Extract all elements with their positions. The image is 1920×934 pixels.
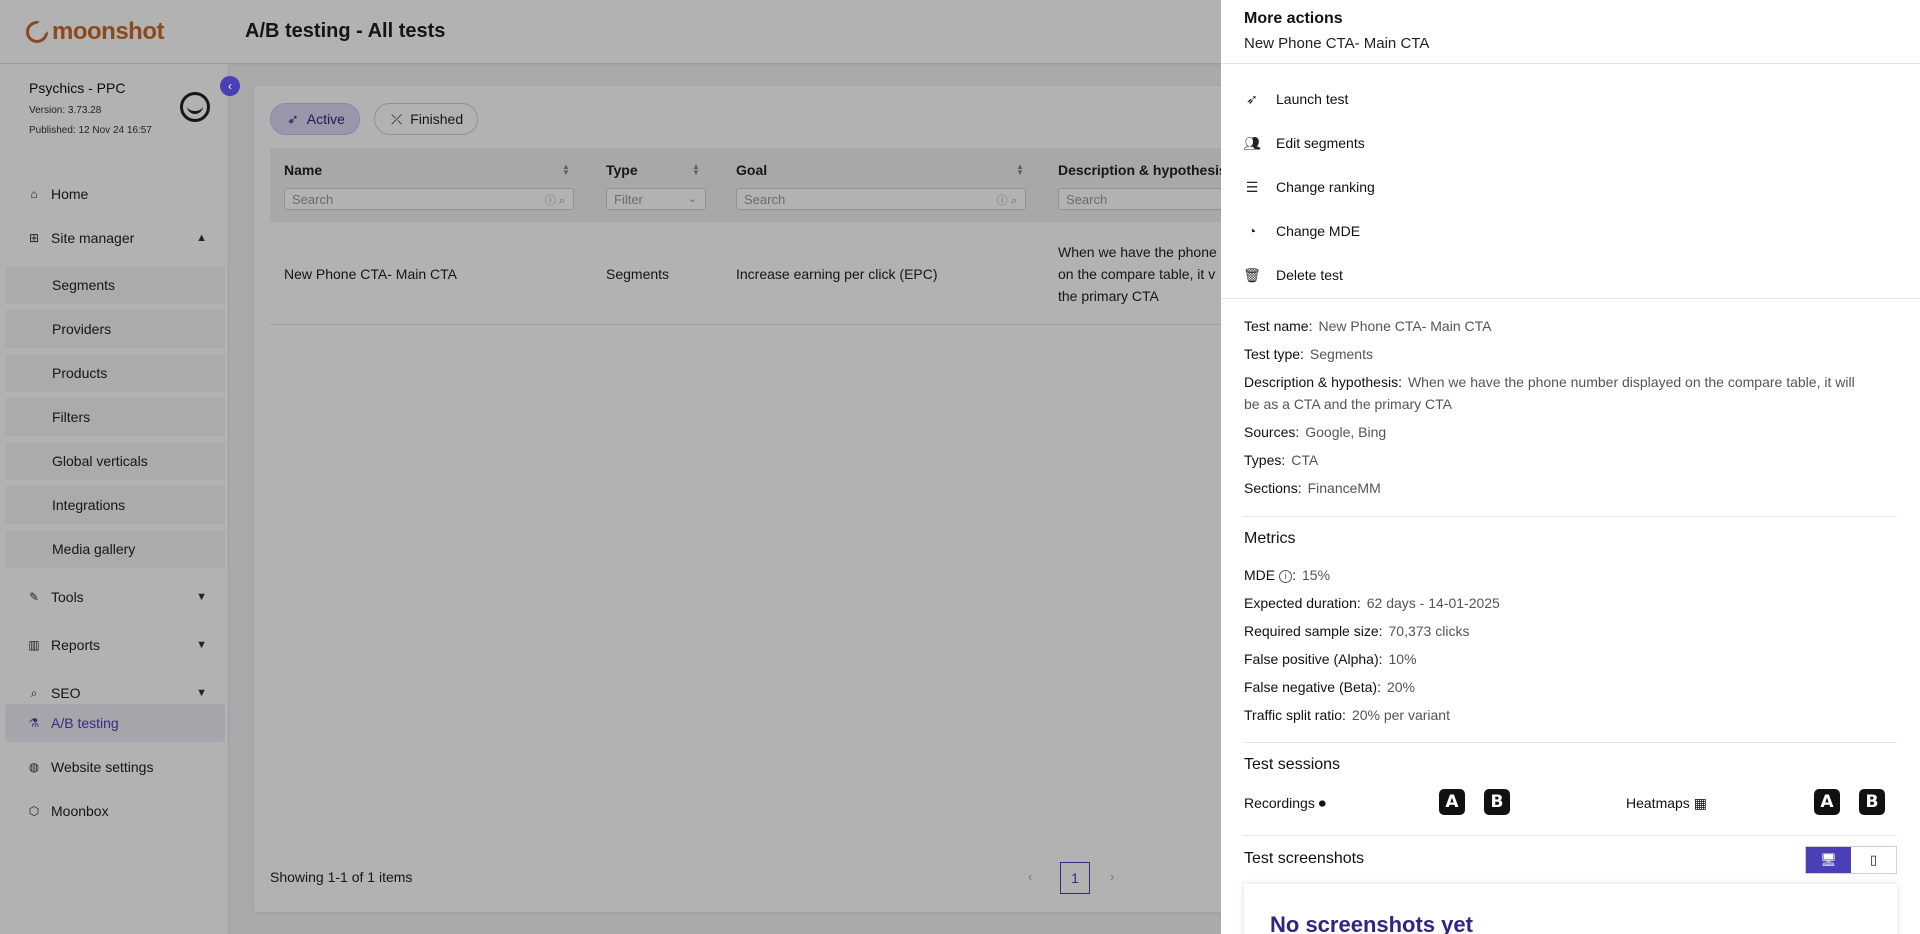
test-name-row: Test name: New Phone CTA- Main CTA [1244,315,1894,337]
detail-value: When we have the phone number displayed … [1407,374,1855,390]
test-type-row: Test type: Segments [1244,343,1894,365]
sections-row: Sections: FinanceMM [1244,477,1894,499]
divider [1221,298,1920,299]
action-label: Launch test [1276,91,1349,107]
action-label: Delete test [1276,267,1343,283]
label-text: Recordings [1244,795,1315,811]
delete-test-action[interactable]: 🗑︎ Delete test [1243,260,1894,290]
detail-value: Segments [1309,346,1373,362]
detail-value: New Phone CTA- Main CTA [1318,318,1492,334]
beta-row: False negative (Beta): 20% [1244,676,1894,698]
detail-label: MDE [1244,567,1276,583]
detail-value: 15% [1302,567,1331,583]
split-row: Traffic split ratio: 20% per variant [1244,704,1894,726]
detail-value: CTA [1291,452,1319,468]
divider [1244,835,1897,836]
detail-label: Description & hypothesis: [1244,374,1402,390]
detail-label: Test type: [1244,346,1304,362]
screenshots-empty-card: No screenshots yet [1244,884,1897,934]
label-text: Heatmaps [1626,795,1690,811]
recording-a-button[interactable]: A [1439,789,1465,815]
mde-row: MDE i:15% [1244,567,1331,583]
description-continued: be as a CTA and the primary CTA [1244,396,1453,412]
info-icon[interactable]: i [1279,569,1293,583]
metrics-title: Metrics [1244,530,1296,547]
test-sessions-title: Test sessions [1244,756,1341,773]
detail-value: Google, Bing [1305,424,1387,440]
detail-label: Required sample size: [1244,623,1383,639]
detail-value: FinanceMM [1307,480,1381,496]
device-toggle: 🖥︎ ▯ [1805,846,1897,874]
recording-b-button[interactable]: B [1484,789,1510,815]
change-mde-action[interactable]: ◔ Change MDE [1244,216,1894,246]
detail-label: Expected duration: [1244,595,1361,611]
detail-label: False negative (Beta): [1244,679,1381,695]
edit-segments-action[interactable]: 👥︎ Edit segments [1243,128,1894,158]
mobile-icon[interactable]: ▯ [1851,847,1896,873]
detail-value: 10% [1388,651,1417,667]
video-icon: ⏺ [1318,795,1326,811]
detail-value: 20% [1386,679,1415,695]
action-label: Change MDE [1276,223,1361,239]
launch-test-action[interactable]: ➶ Launch test [1244,84,1894,114]
empty-state-title: No screenshots yet [1270,912,1473,934]
alpha-row: False positive (Alpha): 10% [1244,648,1894,670]
action-label: Change ranking [1276,179,1375,195]
sample-size-row: Required sample size: 70,373 clicks [1244,620,1894,642]
divider [1244,742,1897,743]
desktop-icon[interactable]: 🖥︎ [1806,847,1851,873]
recordings-label: Recordings ⏺ [1244,795,1326,812]
description-row: Description & hypothesis: When we have th… [1244,371,1894,393]
test-screenshots-title: Test screenshots [1244,850,1365,867]
rocket-icon: ➶ [1246,90,1258,107]
duration-row: Expected duration: 62 days - 14-01-2025 [1244,592,1894,614]
change-ranking-action[interactable]: ☰ Change ranking [1244,172,1894,202]
drawer-header: More actions New Phone CTA- Main CTA [1221,0,1920,64]
drawer-subtitle: New Phone CTA- Main CTA [1244,35,1430,52]
trash-icon: 🗑︎ [1243,266,1261,283]
detail-value: 62 days - 14-01-2025 [1366,595,1500,611]
detail-value: 20% per variant [1351,707,1450,723]
drawer-title: More actions [1244,10,1343,27]
detail-value: 70,373 clicks [1388,623,1470,639]
detail-label: Types: [1244,452,1286,468]
detail-label: Traffic split ratio: [1244,707,1346,723]
action-label: Edit segments [1276,135,1365,151]
more-actions-drawer: More actions New Phone CTA- Main CTA ➶ L… [1221,0,1920,934]
detail-label: Test name: [1244,318,1313,334]
divider [1244,516,1897,517]
heatmaps-label: Heatmaps ▦ [1626,795,1707,812]
list-ordered-icon: ☰ [1245,178,1259,195]
users-icon: 👥︎ [1243,134,1261,151]
gauge-icon: ◔ [1247,223,1257,239]
collapse-sidebar-button[interactable]: ‹ [220,76,240,96]
detail-label: Sections: [1244,480,1302,496]
heatmap-a-button[interactable]: A [1814,789,1840,815]
sources-row: Sources: Google, Bing [1244,421,1894,443]
types-row: Types: CTA [1244,449,1894,471]
detail-label: Sources: [1244,424,1300,440]
map-icon: ▦ [1693,795,1707,811]
detail-label: False positive (Alpha): [1244,651,1383,667]
heatmap-b-button[interactable]: B [1859,789,1885,815]
